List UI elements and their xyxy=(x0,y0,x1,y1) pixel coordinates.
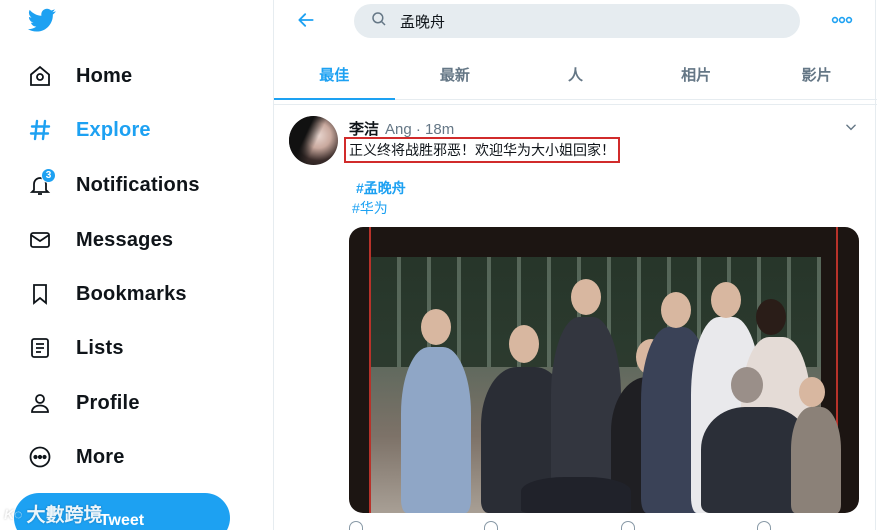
search-icon xyxy=(370,10,388,33)
watermark-text: 大數跨境 xyxy=(26,505,103,526)
nav-notifications[interactable]: 3 Notifications xyxy=(22,163,200,207)
tab-top[interactable]: 最佳 xyxy=(274,50,395,100)
watermark-logo-icon: K◌ xyxy=(4,505,23,522)
tweet-text: 正义终将战胜邪恶！欢迎华为大小姐回家！ xyxy=(344,137,620,163)
tweet-card[interactable]: 李洁 Ang · 18m 正义终将战胜邪恶！欢迎华为大小姐回家！ #孟晚舟 #华… xyxy=(274,106,877,530)
list-icon xyxy=(22,330,58,366)
nav-lists[interactable]: Lists xyxy=(22,326,124,370)
tab-people[interactable]: 人 xyxy=(515,50,636,99)
tweet-handle-time: Ang · 18m xyxy=(385,121,455,138)
nav-more-label: More xyxy=(76,445,125,468)
tweet-header: 李洁 Ang · 18m xyxy=(349,118,454,139)
nav-lists-label: Lists xyxy=(76,336,124,359)
bookmark-icon xyxy=(22,276,58,312)
divider xyxy=(274,104,877,105)
retweet-icon[interactable] xyxy=(484,521,498,530)
nav-home[interactable]: Home xyxy=(22,54,132,98)
tab-photos[interactable]: 相片 xyxy=(636,50,757,99)
watermark: K◌ 大數跨境 xyxy=(4,500,102,527)
nav-more[interactable]: More xyxy=(22,435,125,479)
home-icon xyxy=(22,58,58,94)
tweet-author[interactable]: 李洁 xyxy=(349,118,379,139)
search-header xyxy=(274,0,877,42)
envelope-icon xyxy=(22,222,58,258)
nav-profile-label: Profile xyxy=(76,391,140,414)
nav-messages-label: Messages xyxy=(76,228,174,251)
avatar[interactable] xyxy=(289,116,338,165)
tab-videos[interactable]: 影片 xyxy=(756,50,877,99)
nav-explore-label: Explore xyxy=(76,118,151,141)
share-icon[interactable] xyxy=(757,521,771,530)
hashtag-icon xyxy=(22,112,58,148)
like-icon[interactable] xyxy=(621,521,635,530)
person-icon xyxy=(22,385,58,421)
chevron-down-icon[interactable] xyxy=(842,118,860,136)
search-input[interactable] xyxy=(400,12,780,30)
tweet-photo[interactable] xyxy=(349,227,859,513)
more-circle-icon xyxy=(22,439,58,475)
tweet-actions xyxy=(349,521,859,530)
nav-messages[interactable]: Messages xyxy=(22,218,173,262)
search-box[interactable] xyxy=(354,4,800,38)
twitter-bird-icon[interactable] xyxy=(26,6,58,38)
nav-home-label: Home xyxy=(76,64,133,87)
arrow-left-icon[interactable] xyxy=(292,6,320,34)
notification-badge: 3 xyxy=(41,168,56,183)
search-tabs: 最佳 最新 人 相片 影片 xyxy=(274,50,877,100)
bell-icon: 3 xyxy=(22,167,58,203)
tab-latest[interactable]: 最新 xyxy=(395,50,516,99)
sidebar: Home Explore 3 Notifications Messages Bo… xyxy=(0,0,272,530)
main-column: 最佳 最新 人 相片 影片 李洁 Ang · 18m 正义终将战胜邪恶！欢迎华为… xyxy=(273,0,877,530)
nav-profile[interactable]: Profile xyxy=(22,381,140,425)
photo-scene xyxy=(371,257,841,513)
nav-bookmarks[interactable]: Bookmarks xyxy=(22,272,187,316)
nav-explore[interactable]: Explore xyxy=(22,108,151,152)
more-dots-icon[interactable] xyxy=(828,8,856,32)
tweet-button-label: Tweet xyxy=(99,512,145,529)
nav-notifications-label: Notifications xyxy=(76,173,200,196)
hashtag-link[interactable]: #华为 xyxy=(352,198,388,218)
nav-bookmarks-label: Bookmarks xyxy=(76,282,187,305)
hashtag-link[interactable]: #孟晚舟 xyxy=(356,178,406,198)
reply-icon[interactable] xyxy=(349,521,363,530)
